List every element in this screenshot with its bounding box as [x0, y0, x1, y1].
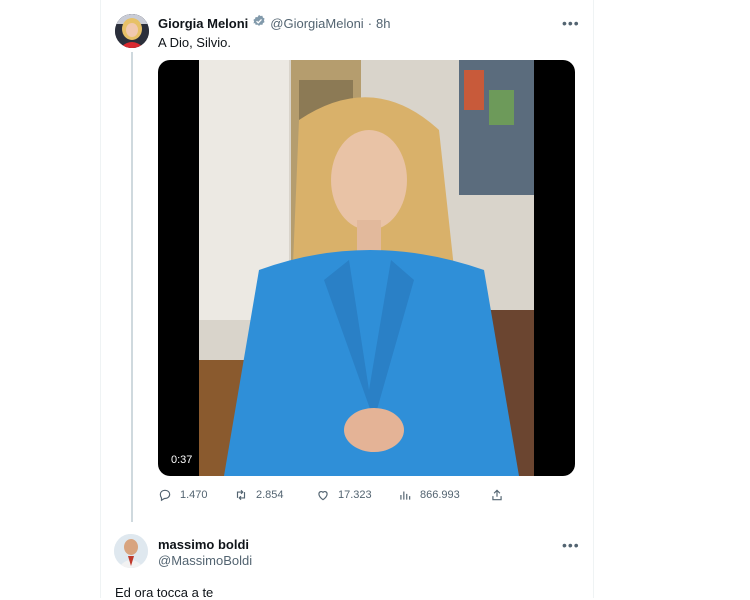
retweet-icon	[236, 489, 246, 501]
user-handle[interactable]: @MassimoBoldi	[158, 553, 252, 568]
views-icon	[400, 491, 411, 500]
avatar[interactable]	[114, 534, 148, 568]
more-options-icon[interactable]: •••	[562, 537, 580, 553]
display-name[interactable]: massimo boldi	[158, 537, 249, 552]
more-options-icon[interactable]: •••	[562, 15, 580, 31]
tweet-header: Giorgia Meloni @GiorgiaMeloni · 8h	[158, 14, 391, 33]
avatar-image	[115, 14, 149, 48]
tweet-text: A Dio, Silvio.	[158, 35, 231, 50]
verified-badge-icon	[248, 14, 270, 33]
video-thumbnail	[199, 60, 534, 476]
video-duration: 0:37	[166, 452, 198, 468]
share-button[interactable]	[490, 488, 512, 502]
tweet-age[interactable]: 8h	[376, 16, 390, 31]
video-player[interactable]: 0:37	[158, 60, 575, 476]
heart-icon	[318, 491, 328, 501]
like-button[interactable]: 17.323	[316, 488, 372, 502]
views-button[interactable]: 866.993	[398, 488, 460, 502]
tweet-subheader: @MassimoBoldi	[158, 553, 252, 568]
retweet-button[interactable]: 2.854	[234, 488, 284, 502]
display-name[interactable]: Giorgia Meloni	[158, 16, 248, 31]
views-count: 866.993	[420, 489, 460, 501]
tweet-header: massimo boldi	[158, 537, 249, 552]
avatar[interactable]	[115, 14, 149, 48]
reply-count: 1.470	[180, 489, 208, 501]
thread-connector-line	[131, 52, 133, 522]
reply-button[interactable]: 1.470	[158, 488, 208, 502]
share-icon	[492, 489, 502, 501]
avatar-image	[114, 534, 148, 568]
user-handle[interactable]: @GiorgiaMeloni	[270, 16, 363, 31]
meta-separator: ·	[367, 16, 373, 31]
like-count: 17.323	[338, 489, 372, 501]
retweet-count: 2.854	[256, 489, 284, 501]
reply-icon	[159, 489, 171, 502]
